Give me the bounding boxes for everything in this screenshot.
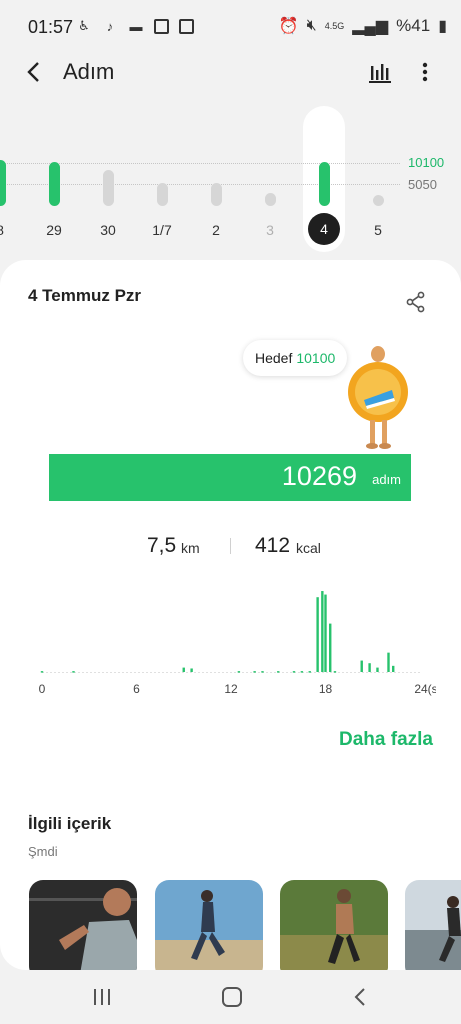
system-icons: ⏰ 🔇︎ 4.5G ▂▄▆ %41 ▮ xyxy=(279,16,447,36)
network-type-label: 4.5G xyxy=(324,21,345,31)
hourly-steps-chart: 0 6 12 18 24(s) xyxy=(39,591,436,696)
stats-divider xyxy=(230,538,231,554)
hourly-bar xyxy=(253,671,256,673)
calorie-value: 412 xyxy=(255,534,291,557)
hourly-bar xyxy=(300,671,304,673)
hourly-bar xyxy=(237,671,241,673)
trail-running-thumbnail[interactable] xyxy=(280,880,388,970)
hourly-bar xyxy=(321,591,324,672)
app-bar: Adım xyxy=(0,52,461,92)
page-title: Adım xyxy=(63,59,115,84)
more-link[interactable]: Daha fazla xyxy=(339,729,433,751)
day-steps-bar[interactable] xyxy=(48,162,60,206)
hourly-bar xyxy=(376,667,379,672)
hourly-bar xyxy=(182,667,185,672)
calorie-unit: kcal xyxy=(296,540,321,556)
battery-icon: ▮ xyxy=(438,18,447,35)
related-content-subtitle: Şmdi xyxy=(28,844,58,859)
battery-label: %41 xyxy=(396,16,431,35)
day-steps-bar[interactable] xyxy=(372,195,384,206)
day-label[interactable]: 8 xyxy=(0,222,20,238)
activity-stats: 7,5 km 412 kcal xyxy=(0,532,461,562)
day-label[interactable]: 5 xyxy=(358,222,398,238)
gallery-icon xyxy=(179,18,194,34)
signal-icon: ▂▄▆ xyxy=(352,18,389,35)
x-tick-label: 12 xyxy=(224,682,238,696)
app-notification-icon: ▬ xyxy=(129,18,143,34)
date-title: 4 Temmuz Pzr xyxy=(28,286,142,305)
hourly-bar xyxy=(392,665,395,672)
day-steps-bar[interactable] xyxy=(210,183,222,206)
hourly-bar xyxy=(40,671,44,673)
hourly-bar xyxy=(72,671,75,673)
hourly-bar xyxy=(329,623,332,672)
bar-chart-icon[interactable] xyxy=(366,58,394,86)
mute-icon: 🔇︎ xyxy=(306,17,317,34)
back-arrow-icon[interactable] xyxy=(20,58,48,86)
hourly-bar xyxy=(316,597,319,672)
goal-line xyxy=(0,163,400,164)
hourly-bar xyxy=(190,668,193,672)
x-tick-label: 6 xyxy=(133,682,140,696)
half-goal-line-label: 5050 xyxy=(408,177,437,192)
day-label[interactable]: 2 xyxy=(196,222,236,238)
accessibility-icon: ♿ xyxy=(78,18,90,33)
day-steps-bar[interactable] xyxy=(156,183,168,206)
hourly-bar xyxy=(387,652,390,672)
selected-day-label[interactable]: 4 xyxy=(308,213,340,245)
music-note-icon: ♪ xyxy=(106,18,114,34)
weekly-steps-strip: 10100 5050 8 29 30 1/7 23 4 5 xyxy=(0,106,461,254)
day-steps-bar[interactable] xyxy=(318,162,330,206)
day-label[interactable]: 3 xyxy=(250,222,290,238)
distance-value: 7,5 xyxy=(147,534,177,557)
status-bar: 01:57 ♿ ♪ ▬ ⏰ 🔇︎ 4.5G ▂▄▆ %41 ▮ xyxy=(0,0,461,56)
running-beach-thumbnail[interactable] xyxy=(155,880,263,970)
hourly-bar xyxy=(277,671,280,673)
seaside-run-thumbnail[interactable] xyxy=(405,880,461,970)
nav-back-icon[interactable] xyxy=(352,987,368,1007)
share-icon[interactable] xyxy=(404,290,428,314)
day-steps-bar[interactable] xyxy=(264,193,276,206)
hourly-bar xyxy=(261,671,264,673)
status-time: 01:57 xyxy=(28,17,74,37)
goal-line-label: 10100 xyxy=(408,155,445,170)
hourly-bar xyxy=(324,594,327,672)
hourly-bar xyxy=(360,660,363,672)
x-tick-label: 0 xyxy=(39,682,46,696)
half-goal-line xyxy=(0,184,400,185)
app-square-icon xyxy=(154,18,169,34)
notification-icons: ♿ ♪ ▬ xyxy=(76,18,194,34)
day-steps-bar[interactable] xyxy=(102,170,114,206)
x-tick-label: 24(s) xyxy=(414,682,436,696)
more-vert-icon[interactable] xyxy=(413,58,437,86)
distance-unit: km xyxy=(181,540,200,556)
steps-progress-bar: 10269 adım xyxy=(49,454,411,501)
goal-prefix: Hedef xyxy=(255,350,293,366)
home-icon[interactable] xyxy=(222,987,242,1007)
steps-unit: adım xyxy=(372,472,401,487)
hourly-bar xyxy=(333,671,337,673)
hourly-bar xyxy=(308,671,311,673)
goal-value: 10100 xyxy=(296,350,336,366)
alarm-icon: ⏰ xyxy=(278,18,299,35)
related-content-title: İlgili içerik xyxy=(28,814,112,833)
goal-bubble: Hedef 10100 xyxy=(243,340,348,376)
sun-mascot-illustration xyxy=(348,346,408,449)
daily-summary-card: 4 Temmuz Pzr Hedef 10100 10269 adım 7,5 … xyxy=(0,260,461,970)
workout-thumbnail[interactable] xyxy=(29,880,137,970)
day-label[interactable]: 29 xyxy=(34,222,74,238)
recent-apps-icon[interactable] xyxy=(92,988,112,1006)
related-content-carousel xyxy=(0,880,461,970)
steps-value: 10269 xyxy=(281,461,357,491)
system-navigation-bar xyxy=(0,970,461,1024)
day-steps-bar[interactable] xyxy=(0,159,6,206)
hourly-bar xyxy=(368,663,371,672)
hourly-bar xyxy=(292,671,296,673)
day-label[interactable]: 1/7 xyxy=(142,222,182,238)
x-tick-label: 18 xyxy=(319,682,333,696)
day-label[interactable]: 30 xyxy=(88,222,128,238)
